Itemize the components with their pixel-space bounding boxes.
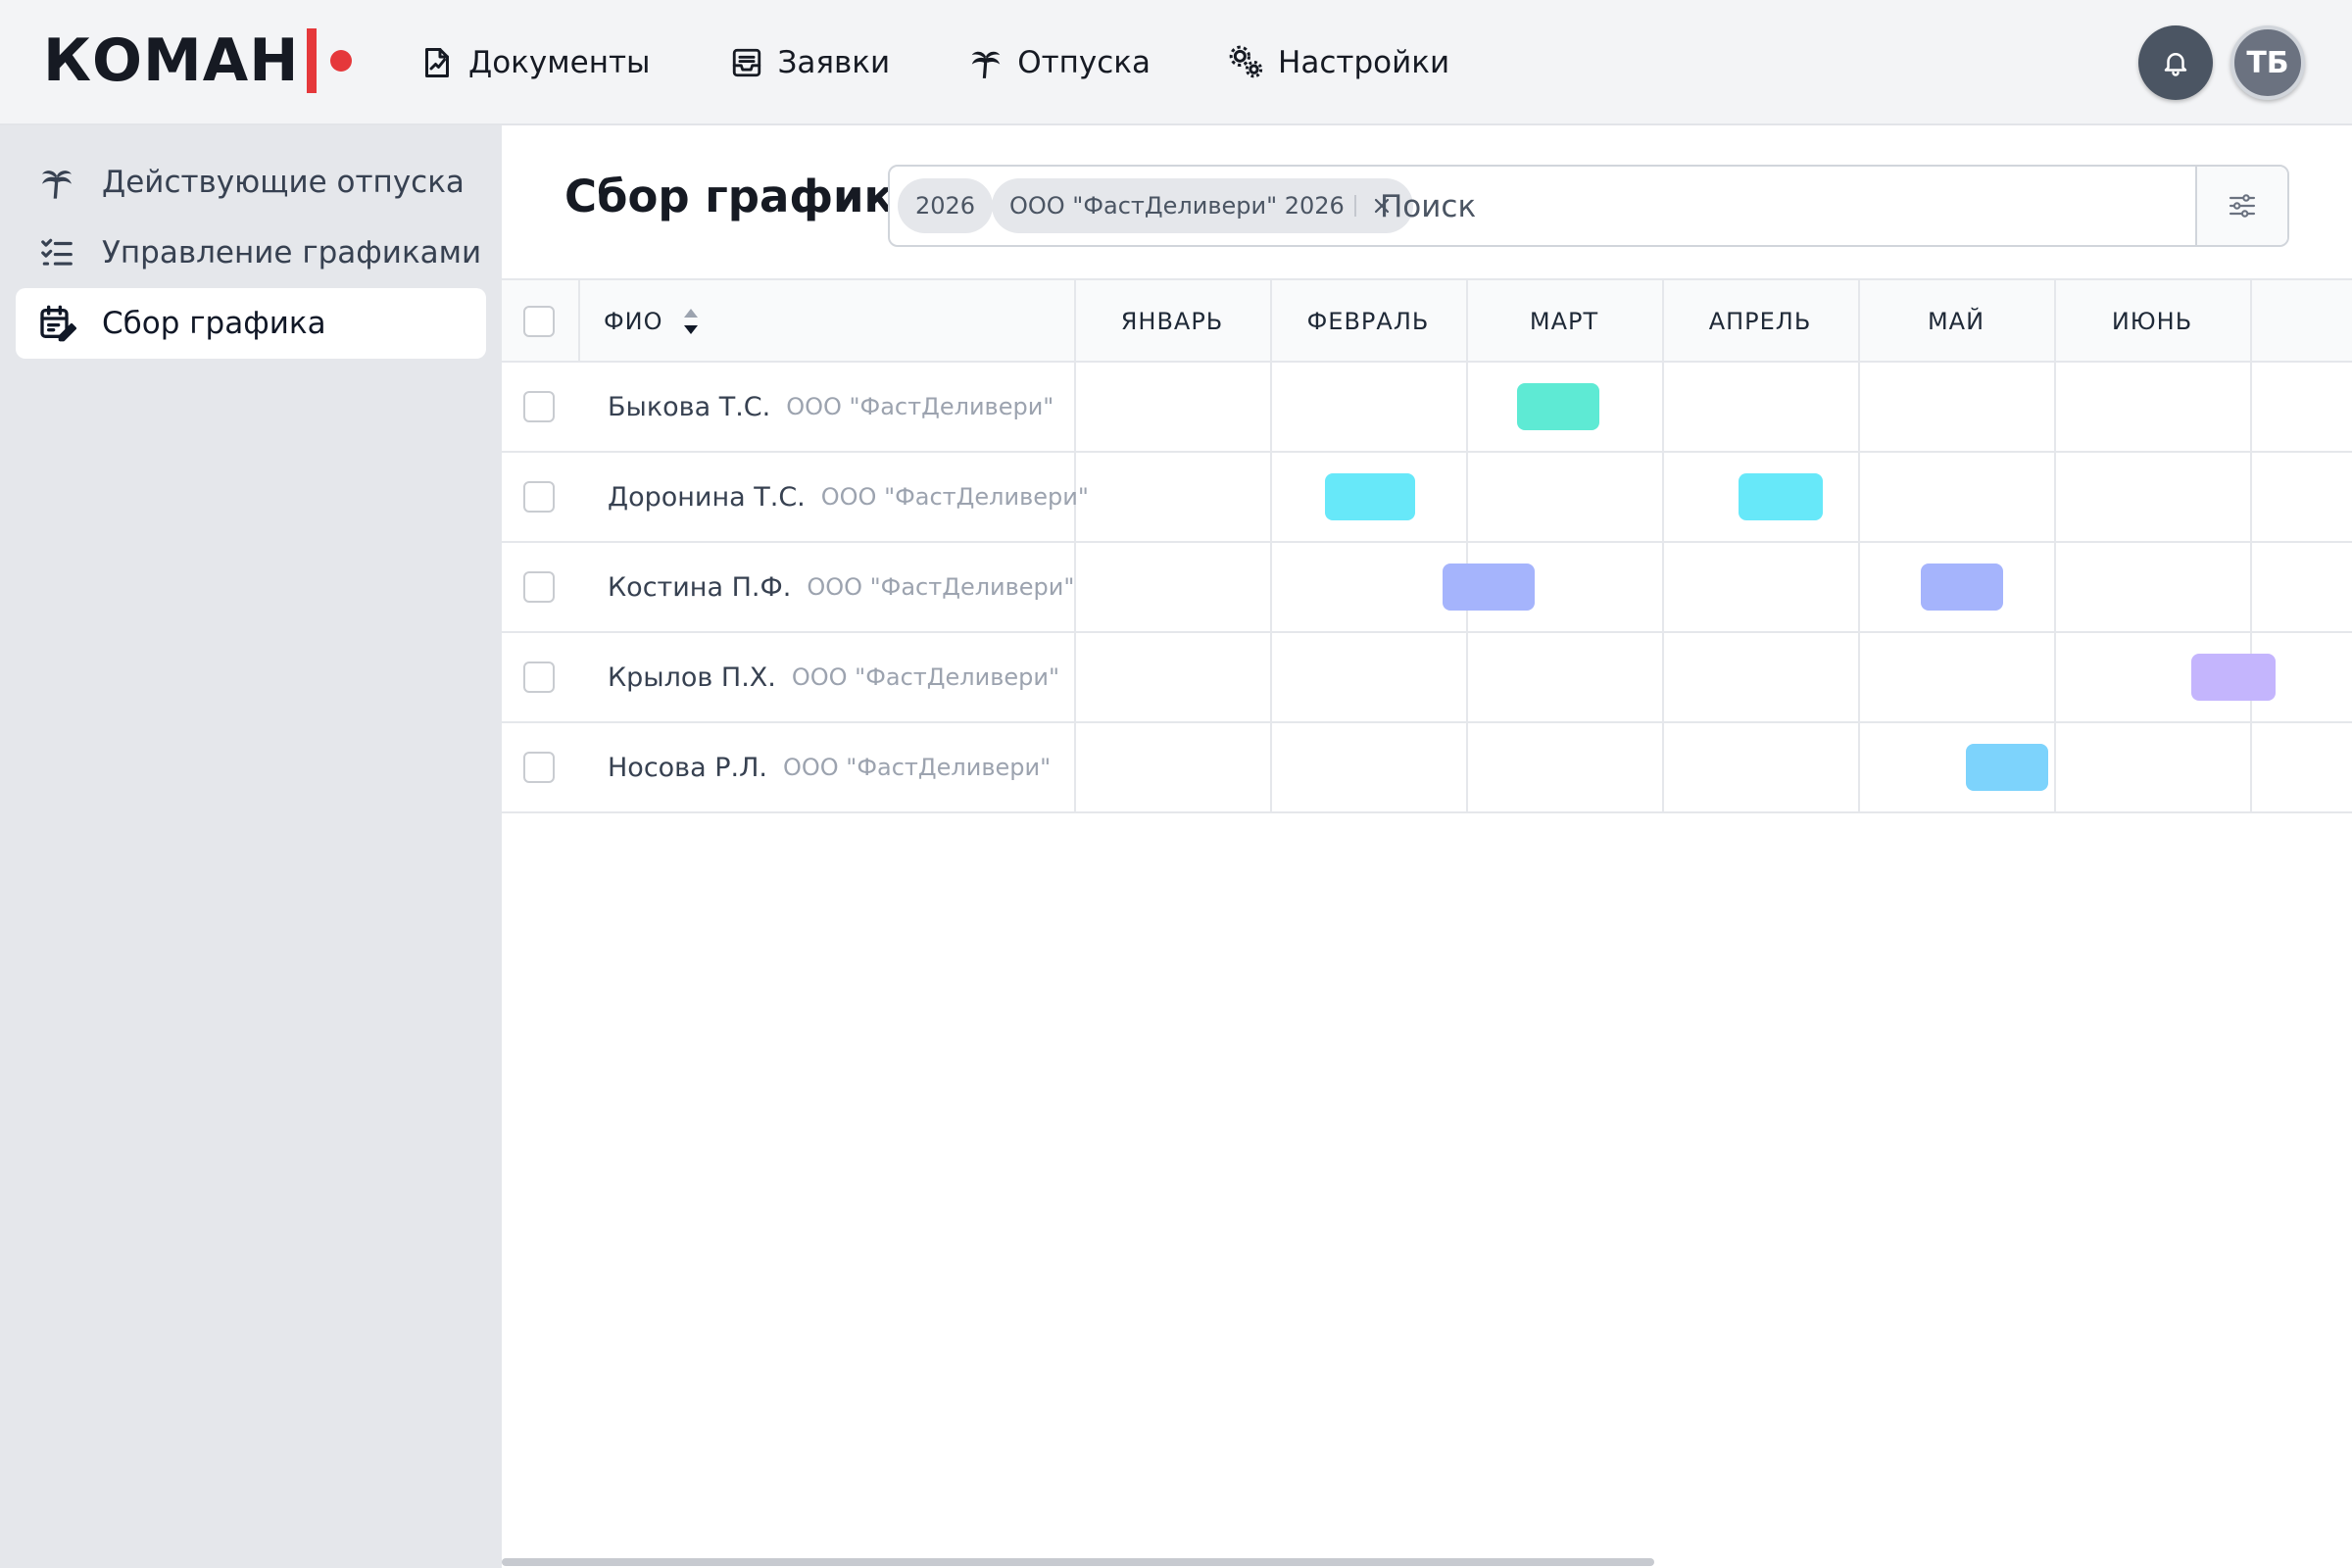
- chip-label: ООО "ФастДеливери" 2026: [1009, 192, 1345, 220]
- vacation-bar[interactable]: [1921, 564, 2003, 611]
- table-row[interactable]: Быкова Т.С. ООО "ФастДеливери": [502, 363, 2352, 453]
- employee-cell: Доронина Т.С. ООО "ФастДеливери": [608, 453, 1089, 541]
- vacation-bar[interactable]: [2191, 654, 2276, 701]
- column-header-month: ЯНВАРЬ: [1120, 308, 1224, 335]
- employee-cell: Носова Р.Л. ООО "ФастДеливери": [608, 723, 1051, 811]
- sidebar-item-label: Управление графиками: [102, 235, 482, 270]
- column-header-month: МАЙ: [1927, 308, 1985, 335]
- main-nav: Документы Заявки Отпуска Настройки: [417, 31, 1526, 94]
- nav-item-label: Заявки: [777, 45, 891, 80]
- table-row[interactable]: Доронина Т.С. ООО "ФастДеливери": [502, 453, 2352, 543]
- sidebar-item-active-vacations[interactable]: Действующие отпуска: [16, 147, 486, 218]
- employee-cell: Крылов П.Х. ООО "ФастДеливери": [608, 633, 1059, 721]
- chip-divider: [1353, 195, 1356, 217]
- nav-item-label: Отпуска: [1017, 45, 1152, 80]
- table-row[interactable]: Костина П.Ф. ООО "ФастДеливери": [502, 543, 2352, 633]
- vacation-bar[interactable]: [1966, 744, 2048, 791]
- search-bar: 2026 ООО "ФастДеливери" 2026: [888, 165, 2289, 247]
- filter-chip-schedule[interactable]: ООО "ФастДеливери" 2026: [992, 178, 1413, 233]
- nav-item-documents[interactable]: Документы: [417, 43, 651, 82]
- sidebar-item-label: Действующие отпуска: [102, 165, 465, 200]
- row-checkbox[interactable]: [523, 481, 555, 513]
- filter-settings-button[interactable]: [2195, 167, 2287, 245]
- column-header-month: ИЮНЬ: [2111, 308, 2193, 335]
- gears-icon: [1227, 43, 1266, 82]
- table-row[interactable]: Носова Р.Л. ООО "ФастДеливери": [502, 723, 2352, 813]
- sliders-icon: [2229, 194, 2256, 218]
- sort-icon[interactable]: [679, 304, 703, 339]
- employee-org: ООО "ФастДеливери": [791, 663, 1059, 691]
- employee-name[interactable]: Быкова Т.С.: [608, 392, 770, 422]
- employee-org: ООО "ФастДеливери": [782, 754, 1052, 781]
- vacation-bar[interactable]: [1517, 383, 1599, 430]
- employee-name[interactable]: Носова Р.Л.: [608, 753, 767, 783]
- vacation-bar[interactable]: [1443, 564, 1535, 611]
- nav-item-label: Документы: [468, 45, 651, 80]
- column-header-month: АПРЕЛЬ: [1708, 308, 1812, 335]
- nav-item-requests[interactable]: Заявки: [727, 43, 891, 82]
- table-header: ФИО ЯНВАРЬ ФЕВРАЛЬ МАРТ АПРЕЛЬ МАЙ ИЮНЬ: [502, 278, 2352, 363]
- search-input[interactable]: [1380, 180, 2085, 233]
- select-all-checkbox[interactable]: [523, 306, 555, 337]
- grid-line: [578, 278, 580, 363]
- row-checkbox[interactable]: [523, 752, 555, 783]
- logo-text: КОМАН: [43, 26, 300, 95]
- employee-cell: Костина П.Ф. ООО "ФастДеливери": [608, 543, 1074, 631]
- nav-item-settings[interactable]: Настройки: [1227, 43, 1449, 82]
- sidebar: Действующие отпуска Управление графиками…: [0, 125, 502, 1568]
- schedule-table: ФИО ЯНВАРЬ ФЕВРАЛЬ МАРТ АПРЕЛЬ МАЙ ИЮНЬ Быков…: [502, 278, 2352, 813]
- chip-label: 2026: [915, 192, 976, 220]
- notifications-button[interactable]: [2138, 25, 2213, 100]
- employee-org: ООО "ФастДеливери": [820, 483, 1089, 511]
- column-header-fio[interactable]: ФИО: [604, 280, 703, 363]
- employee-org: ООО "ФастДеливери": [786, 393, 1054, 420]
- sidebar-item-label: Сбор графика: [102, 306, 326, 341]
- top-bar: КОМАН Документы Заявки Отпуска Настройки…: [0, 0, 2352, 125]
- employee-org: ООО "ФастДеливери": [807, 573, 1075, 601]
- row-checkbox[interactable]: [523, 662, 555, 693]
- calendar-edit-icon: [37, 304, 76, 343]
- column-header-month: ФЕВРАЛЬ: [1306, 308, 1430, 335]
- employee-name[interactable]: Костина П.Ф.: [608, 572, 791, 603]
- nav-item-vacations[interactable]: Отпуска: [966, 43, 1151, 82]
- checklist-icon: [37, 233, 76, 272]
- row-checkbox[interactable]: [523, 391, 555, 422]
- vacation-bar[interactable]: [1739, 473, 1823, 520]
- vacation-bar[interactable]: [1325, 473, 1415, 520]
- employee-name[interactable]: Крылов П.Х.: [608, 662, 776, 693]
- palm-tree-icon: [966, 43, 1005, 82]
- page-title: Сбор графика: [564, 171, 924, 222]
- row-checkbox[interactable]: [523, 571, 555, 603]
- sidebar-item-schedule-management[interactable]: Управление графиками: [16, 218, 486, 288]
- palm-tree-icon: [37, 163, 76, 202]
- filter-chip-year[interactable]: 2026: [898, 178, 994, 233]
- logo[interactable]: КОМАН: [43, 25, 353, 96]
- user-avatar[interactable]: ТБ: [2230, 25, 2305, 100]
- document-chart-icon: [417, 43, 457, 82]
- horizontal-scrollbar[interactable]: [502, 1558, 1654, 1566]
- sidebar-item-schedule-collection[interactable]: Сбор графика: [16, 288, 486, 359]
- column-header-month: МАРТ: [1529, 308, 1599, 335]
- column-header-label: ФИО: [604, 308, 663, 335]
- logo-dot: [330, 50, 353, 72]
- nav-item-label: Настройки: [1278, 45, 1450, 80]
- inbox-icon: [727, 43, 766, 82]
- employee-name[interactable]: Доронина Т.С.: [608, 482, 806, 513]
- logo-bar: [307, 28, 318, 93]
- employee-cell: Быкова Т.С. ООО "ФастДеливери": [608, 363, 1054, 451]
- bell-icon: [2164, 53, 2187, 76]
- table-row[interactable]: Крылов П.Х. ООО "ФастДеливери": [502, 633, 2352, 723]
